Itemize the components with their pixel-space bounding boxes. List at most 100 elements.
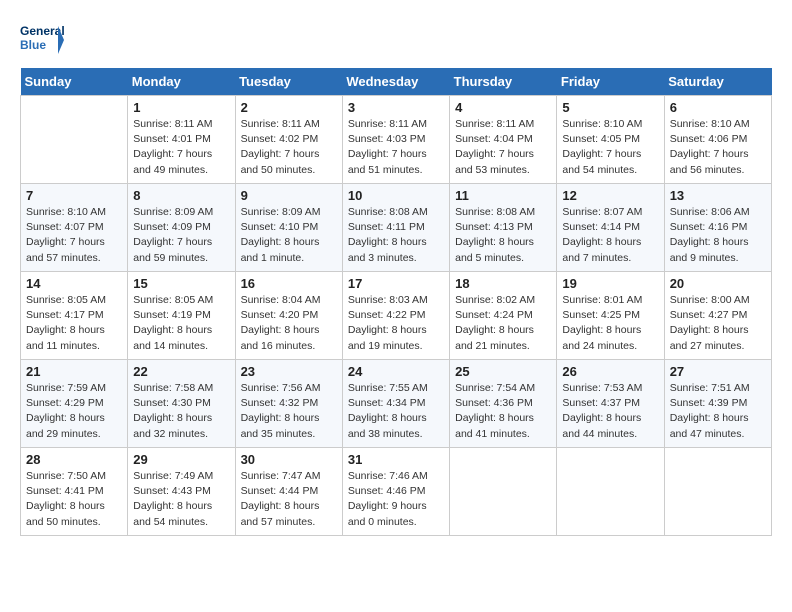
day-info: Sunrise: 7:53 AMSunset: 4:37 PMDaylight:…: [562, 381, 658, 442]
day-info: Sunrise: 7:49 AMSunset: 4:43 PMDaylight:…: [133, 469, 229, 530]
calendar-week-row: 21Sunrise: 7:59 AMSunset: 4:29 PMDayligh…: [21, 360, 772, 448]
calendar-day-cell: 31 Sunrise: 7:46 AMSunset: 4:46 PMDayligh…: [342, 448, 449, 536]
day-number: 20: [670, 276, 766, 291]
day-info: Sunrise: 8:10 AMSunset: 4:07 PMDaylight:…: [26, 205, 122, 266]
calendar-day-cell: [557, 448, 664, 536]
calendar-day-cell: 22 Sunrise: 7:58 AMSunset: 4:30 PMDayligh…: [128, 360, 235, 448]
calendar-day-cell: 12 Sunrise: 8:07 AMSunset: 4:14 PMDayligh…: [557, 184, 664, 272]
calendar-day-cell: 7 Sunrise: 8:10 AMSunset: 4:07 PMDaylight…: [21, 184, 128, 272]
day-number: 15: [133, 276, 229, 291]
day-info: Sunrise: 8:10 AMSunset: 4:06 PMDaylight:…: [670, 117, 766, 178]
day-number: 1: [133, 100, 229, 115]
day-number: 10: [348, 188, 444, 203]
day-number: 29: [133, 452, 229, 467]
calendar-day-cell: 17 Sunrise: 8:03 AMSunset: 4:22 PMDayligh…: [342, 272, 449, 360]
calendar-day-cell: 4 Sunrise: 8:11 AMSunset: 4:04 PMDaylight…: [450, 96, 557, 184]
svg-text:General: General: [20, 24, 64, 38]
day-info: Sunrise: 7:47 AMSunset: 4:44 PMDaylight:…: [241, 469, 337, 530]
day-number: 17: [348, 276, 444, 291]
day-number: 3: [348, 100, 444, 115]
svg-text:Blue: Blue: [20, 38, 46, 52]
weekday-header-row: SundayMondayTuesdayWednesdayThursdayFrid…: [21, 68, 772, 96]
day-info: Sunrise: 8:11 AMSunset: 4:01 PMDaylight:…: [133, 117, 229, 178]
day-number: 2: [241, 100, 337, 115]
day-number: 26: [562, 364, 658, 379]
day-info: Sunrise: 7:51 AMSunset: 4:39 PMDaylight:…: [670, 381, 766, 442]
day-number: 18: [455, 276, 551, 291]
day-info: Sunrise: 7:58 AMSunset: 4:30 PMDaylight:…: [133, 381, 229, 442]
day-number: 6: [670, 100, 766, 115]
day-number: 22: [133, 364, 229, 379]
day-info: Sunrise: 8:09 AMSunset: 4:10 PMDaylight:…: [241, 205, 337, 266]
calendar-day-cell: 21Sunrise: 7:59 AMSunset: 4:29 PMDayligh…: [21, 360, 128, 448]
day-info: Sunrise: 7:54 AMSunset: 4:36 PMDaylight:…: [455, 381, 551, 442]
day-info: Sunrise: 8:11 AMSunset: 4:04 PMDaylight:…: [455, 117, 551, 178]
day-info: Sunrise: 8:05 AMSunset: 4:17 PMDaylight:…: [26, 293, 122, 354]
calendar-day-cell: 19 Sunrise: 8:01 AMSunset: 4:25 PMDayligh…: [557, 272, 664, 360]
day-info: Sunrise: 8:01 AMSunset: 4:25 PMDaylight:…: [562, 293, 658, 354]
day-number: 21: [26, 364, 122, 379]
weekday-header-friday: Friday: [557, 68, 664, 96]
day-info: Sunrise: 8:02 AMSunset: 4:24 PMDaylight:…: [455, 293, 551, 354]
day-number: 14: [26, 276, 122, 291]
calendar-day-cell: 14 Sunrise: 8:05 AMSunset: 4:17 PMDayligh…: [21, 272, 128, 360]
calendar-week-row: 28 Sunrise: 7:50 AMSunset: 4:41 PMDayligh…: [21, 448, 772, 536]
day-number: 11: [455, 188, 551, 203]
calendar-week-row: 14 Sunrise: 8:05 AMSunset: 4:17 PMDayligh…: [21, 272, 772, 360]
calendar-day-cell: [450, 448, 557, 536]
day-info: Sunrise: 8:06 AMSunset: 4:16 PMDaylight:…: [670, 205, 766, 266]
calendar-day-cell: 16 Sunrise: 8:04 AMSunset: 4:20 PMDayligh…: [235, 272, 342, 360]
calendar-week-row: 1 Sunrise: 8:11 AMSunset: 4:01 PMDaylight…: [21, 96, 772, 184]
calendar-day-cell: 11 Sunrise: 8:08 AMSunset: 4:13 PMDayligh…: [450, 184, 557, 272]
day-info: Sunrise: 8:11 AMSunset: 4:03 PMDaylight:…: [348, 117, 444, 178]
calendar-day-cell: [664, 448, 771, 536]
calendar-day-cell: 26 Sunrise: 7:53 AMSunset: 4:37 PMDayligh…: [557, 360, 664, 448]
calendar-day-cell: 18 Sunrise: 8:02 AMSunset: 4:24 PMDayligh…: [450, 272, 557, 360]
weekday-header-monday: Monday: [128, 68, 235, 96]
calendar-day-cell: 20Sunrise: 8:00 AMSunset: 4:27 PMDayligh…: [664, 272, 771, 360]
calendar-day-cell: 9 Sunrise: 8:09 AMSunset: 4:10 PMDaylight…: [235, 184, 342, 272]
calendar-day-cell: 1 Sunrise: 8:11 AMSunset: 4:01 PMDaylight…: [128, 96, 235, 184]
day-number: 8: [133, 188, 229, 203]
page-header: General Blue: [20, 20, 772, 60]
weekday-header-tuesday: Tuesday: [235, 68, 342, 96]
day-number: 24: [348, 364, 444, 379]
day-info: Sunrise: 7:46 AMSunset: 4:46 PMDaylight:…: [348, 469, 444, 530]
day-info: Sunrise: 7:50 AMSunset: 4:41 PMDaylight:…: [26, 469, 122, 530]
calendar-day-cell: 30 Sunrise: 7:47 AMSunset: 4:44 PMDayligh…: [235, 448, 342, 536]
calendar-day-cell: 5 Sunrise: 8:10 AMSunset: 4:05 PMDaylight…: [557, 96, 664, 184]
day-info: Sunrise: 8:08 AMSunset: 4:11 PMDaylight:…: [348, 205, 444, 266]
calendar-day-cell: 27 Sunrise: 7:51 AMSunset: 4:39 PMDayligh…: [664, 360, 771, 448]
day-info: Sunrise: 8:03 AMSunset: 4:22 PMDaylight:…: [348, 293, 444, 354]
calendar-day-cell: 6 Sunrise: 8:10 AMSunset: 4:06 PMDaylight…: [664, 96, 771, 184]
day-number: 5: [562, 100, 658, 115]
day-info: Sunrise: 8:04 AMSunset: 4:20 PMDaylight:…: [241, 293, 337, 354]
day-number: 13: [670, 188, 766, 203]
day-number: 9: [241, 188, 337, 203]
day-info: Sunrise: 8:09 AMSunset: 4:09 PMDaylight:…: [133, 205, 229, 266]
calendar-day-cell: 24Sunrise: 7:55 AMSunset: 4:34 PMDayligh…: [342, 360, 449, 448]
day-number: 28: [26, 452, 122, 467]
weekday-header-sunday: Sunday: [21, 68, 128, 96]
calendar-day-cell: 8 Sunrise: 8:09 AMSunset: 4:09 PMDaylight…: [128, 184, 235, 272]
day-number: 30: [241, 452, 337, 467]
day-number: 12: [562, 188, 658, 203]
day-number: 27: [670, 364, 766, 379]
day-info: Sunrise: 8:10 AMSunset: 4:05 PMDaylight:…: [562, 117, 658, 178]
day-number: 19: [562, 276, 658, 291]
day-number: 16: [241, 276, 337, 291]
day-number: 4: [455, 100, 551, 115]
weekday-header-saturday: Saturday: [664, 68, 771, 96]
calendar-day-cell: 13 Sunrise: 8:06 AMSunset: 4:16 PMDayligh…: [664, 184, 771, 272]
calendar-day-cell: 23Sunrise: 7:56 AMSunset: 4:32 PMDayligh…: [235, 360, 342, 448]
day-info: Sunrise: 8:08 AMSunset: 4:13 PMDaylight:…: [455, 205, 551, 266]
calendar-day-cell: 25Sunrise: 7:54 AMSunset: 4:36 PMDayligh…: [450, 360, 557, 448]
calendar-week-row: 7 Sunrise: 8:10 AMSunset: 4:07 PMDaylight…: [21, 184, 772, 272]
calendar-day-cell: 2Sunrise: 8:11 AMSunset: 4:02 PMDaylight…: [235, 96, 342, 184]
calendar-table: SundayMondayTuesdayWednesdayThursdayFrid…: [20, 68, 772, 536]
day-info: Sunrise: 8:07 AMSunset: 4:14 PMDaylight:…: [562, 205, 658, 266]
day-number: 31: [348, 452, 444, 467]
day-number: 7: [26, 188, 122, 203]
calendar-day-cell: 28 Sunrise: 7:50 AMSunset: 4:41 PMDayligh…: [21, 448, 128, 536]
logo-svg: General Blue: [20, 20, 64, 60]
